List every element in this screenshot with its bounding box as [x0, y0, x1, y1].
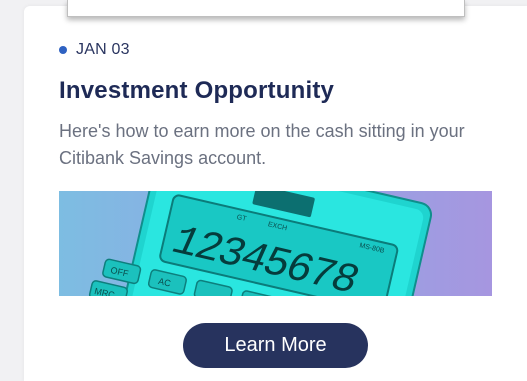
previous-card-edge: [67, 0, 465, 17]
date-dot-icon: [59, 46, 67, 54]
learn-more-button[interactable]: Learn More: [183, 323, 368, 368]
date-row: JAN 03: [59, 40, 130, 60]
calculator-image: GT EXCH MS-80B 12345678 OFF AC MRC: [59, 191, 492, 296]
article-description: Here's how to earn more on the cash sitt…: [59, 121, 465, 168]
article-title: Investment Opportunity: [59, 77, 335, 104]
article-date: JAN 03: [76, 41, 130, 58]
